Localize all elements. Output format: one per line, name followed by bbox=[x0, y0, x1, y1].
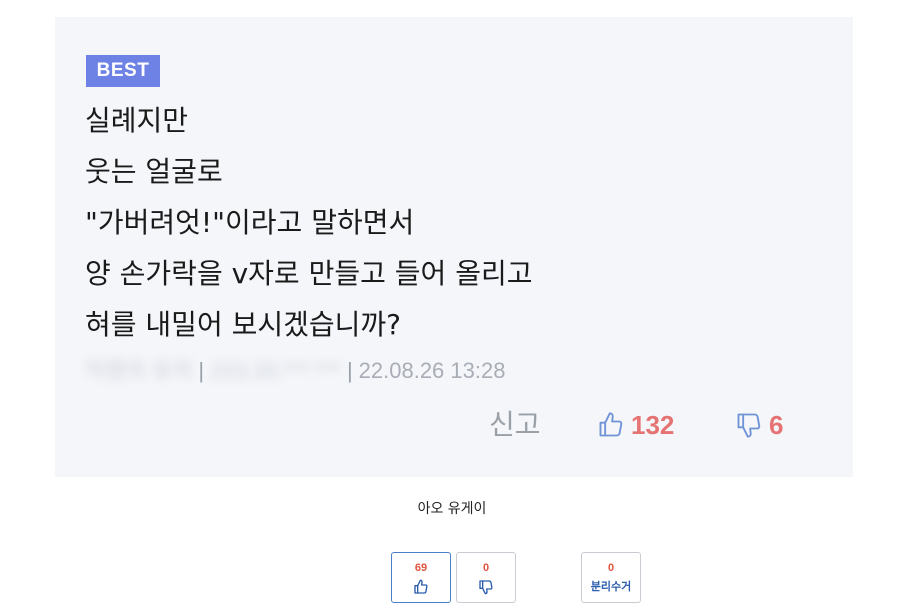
comment-downvote-button[interactable]: 6 bbox=[735, 407, 783, 443]
comment-downvote-count: 6 bbox=[769, 409, 784, 440]
meta-separator: | bbox=[346, 358, 353, 383]
comment-timestamp: 22.08.26 13:28 bbox=[358, 358, 506, 383]
comment-ip: 223.33.***.*** bbox=[210, 358, 341, 383]
recommend-down-button[interactable]: 0 bbox=[456, 552, 516, 603]
comment-upvote-count: 132 bbox=[631, 409, 675, 440]
recycle-button[interactable]: 0 분리수거 bbox=[581, 552, 641, 603]
comment-line: "가버려엇!"이라고 말하면서 bbox=[85, 206, 415, 239]
comment-upvote-button[interactable]: 132 bbox=[597, 407, 674, 443]
comment-body: 실례지만 웃는 얼굴로 "가버려엇!"이라고 말하면서 양 손가락을 v자로 만… bbox=[85, 95, 532, 350]
comment-meta: 익명의 유저 | 223.33.***.*** | 22.08.26 13:28 bbox=[85, 357, 505, 385]
thumbs-down-icon bbox=[737, 413, 761, 438]
meta-separator: | bbox=[198, 358, 205, 383]
thumbs-up-icon bbox=[414, 579, 428, 594]
recommend-up-count: 69 bbox=[414, 562, 428, 574]
report-button[interactable]: 신고 bbox=[489, 407, 541, 443]
best-comment-card: BEST 실례지만 웃는 얼굴로 "가버려엇!"이라고 말하면서 양 손가락을 … bbox=[55, 17, 853, 477]
recycle-count: 0 bbox=[607, 562, 615, 574]
thumbs-down-icon bbox=[479, 580, 493, 595]
comment-line: 웃는 얼굴로 bbox=[85, 155, 223, 188]
best-badge: BEST bbox=[86, 55, 160, 87]
comment-line: 실례지만 bbox=[85, 104, 189, 137]
post-body-text: 아오 유게이 bbox=[417, 501, 487, 517]
thumbs-up-icon bbox=[599, 412, 623, 437]
recommend-up-button[interactable]: 69 bbox=[391, 552, 451, 603]
recommend-down-count: 0 bbox=[482, 562, 490, 574]
comment-author: 익명의 유저 bbox=[85, 358, 193, 383]
recycle-label: 분리수거 bbox=[590, 580, 632, 593]
comment-line: 혀를 내밀어 보시겠습니까? bbox=[85, 308, 402, 341]
comment-line: 양 손가락을 v자로 만들고 들어 올리고 bbox=[85, 257, 533, 290]
